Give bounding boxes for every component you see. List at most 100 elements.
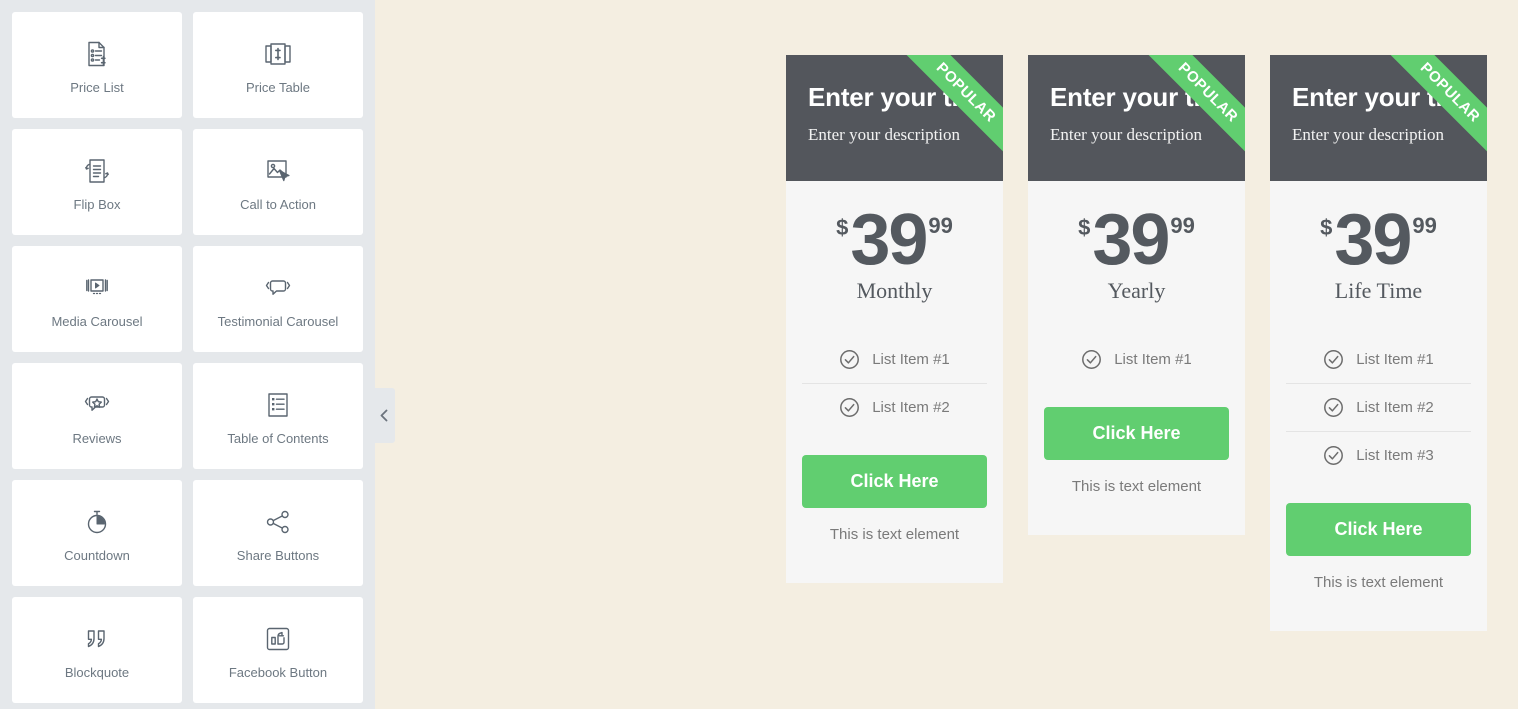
flip-box-icon — [80, 151, 114, 191]
feature-item: List Item #1 — [802, 336, 987, 383]
widget-card-blockquote[interactable]: Blockquote — [12, 597, 182, 703]
feature-item: List Item #3 — [1286, 431, 1471, 479]
card-bottom-spacer — [802, 543, 987, 561]
check-circle-icon — [839, 349, 860, 370]
feature-list: List Item #1 List Item #2 — [802, 336, 987, 431]
feature-item: List Item #1 — [1286, 336, 1471, 383]
widget-card-facebook-button[interactable]: Facebook Button — [193, 597, 363, 703]
widget-card-table-of-contents[interactable]: Table of Contents — [193, 363, 363, 469]
price-period: Yearly — [1107, 278, 1166, 304]
price-currency: $ — [1078, 215, 1091, 240]
pricing-card-description: Enter your description — [808, 124, 961, 144]
widget-card-label: Flip Box — [73, 197, 121, 213]
testimonial-carousel-icon — [261, 268, 295, 308]
card-bottom-spacer — [1286, 591, 1471, 609]
feature-item: List Item #2 — [802, 383, 987, 431]
pricing-cards-row: Enter your title Enter your description PO… — [786, 55, 1487, 632]
widget-card-label: Share Buttons — [236, 548, 320, 564]
pricing-card-header: Enter your title Enter your description PO… — [1028, 55, 1245, 181]
price-period: Life Time — [1334, 278, 1423, 304]
pricing-card[interactable]: Enter your title Enter your description PO… — [1028, 55, 1245, 536]
cta-button[interactable]: Click Here — [802, 455, 987, 509]
feature-item: List Item #2 — [1286, 383, 1471, 431]
facebook-button-icon — [261, 619, 295, 659]
feature-item-label: List Item #1 — [872, 351, 950, 369]
cta-button[interactable]: Click Here — [1044, 407, 1229, 461]
check-circle-icon — [1323, 397, 1344, 418]
widget-card-label: Call to Action — [240, 197, 316, 213]
feature-item-label: List Item #1 — [1114, 351, 1192, 369]
price-fraction: 99 — [1412, 213, 1437, 238]
price-display: $39 99 — [1044, 200, 1229, 280]
check-circle-icon — [1323, 349, 1344, 370]
pricing-card-title: Enter your title — [1292, 82, 1473, 112]
widget-card-label: Countdown — [64, 548, 130, 564]
price-list-icon — [80, 34, 114, 74]
pricing-card-body: $39 99 Yearly List Item #1 Click Here This is… — [1028, 181, 1245, 535]
price-integer: 39 — [850, 200, 928, 280]
media-carousel-icon — [80, 268, 114, 308]
widget-panel: Price List Price Table Flip Box Call to Act… — [0, 0, 375, 709]
editor-root: Price List Price Table Flip Box Call to Act… — [0, 0, 1518, 709]
widget-card-testimonial-carousel[interactable]: Testimonial Carousel — [193, 246, 363, 352]
widget-card-media-carousel[interactable]: Media Carousel — [12, 246, 182, 352]
pricing-card[interactable]: Enter your title Enter your description PO… — [1270, 55, 1487, 632]
price-integer: 39 — [1092, 200, 1170, 280]
widget-card-share-buttons[interactable]: Share Buttons — [193, 480, 363, 586]
widget-grid: Price List Price Table Flip Box Call to Act… — [0, 0, 375, 703]
feature-item-label: List Item #3 — [1356, 447, 1434, 465]
price-fraction: 99 — [1170, 213, 1195, 238]
editor-canvas: Enter your title Enter your description PO… — [375, 0, 1518, 709]
feature-list: List Item #1 List Item #2 List Item #3 — [1286, 336, 1471, 479]
check-circle-icon — [1081, 349, 1102, 370]
table-of-contents-icon — [261, 385, 295, 425]
widget-card-countdown[interactable]: Countdown — [12, 480, 182, 586]
widget-card-label: Price Table — [245, 80, 311, 96]
cta-button[interactable]: Click Here — [1286, 503, 1471, 557]
check-circle-icon — [839, 397, 860, 418]
reviews-icon — [80, 385, 114, 425]
price-display: $39 99 — [1286, 200, 1471, 280]
card-footer-text: This is text element — [1071, 478, 1202, 496]
check-circle-icon — [1323, 445, 1344, 466]
widget-card-label: Blockquote — [64, 665, 130, 681]
price-currency: $ — [1320, 215, 1333, 240]
widget-card-label: Facebook Button — [228, 665, 328, 681]
feature-item: List Item #1 — [1044, 336, 1229, 383]
card-bottom-spacer — [1044, 495, 1229, 513]
feature-item-label: List Item #2 — [1356, 399, 1434, 417]
price-display: $39 99 — [802, 200, 987, 280]
widget-card-label: Media Carousel — [51, 314, 143, 330]
feature-item-label: List Item #2 — [872, 399, 950, 417]
pricing-card-body: $39 99 Life Time List Item #1 List Item #2 Li… — [1270, 181, 1487, 631]
panel-collapse-handle[interactable] — [373, 388, 395, 443]
widget-card-reviews[interactable]: Reviews — [12, 363, 182, 469]
widget-card-label: Table of Contents — [227, 431, 329, 447]
widget-card-call-to-action[interactable]: Call to Action — [193, 129, 363, 235]
card-footer-text: This is text element — [829, 526, 960, 544]
price-fraction: 99 — [928, 213, 953, 238]
countdown-icon — [80, 502, 114, 542]
call-to-action-icon — [261, 151, 295, 191]
feature-list: List Item #1 — [1044, 336, 1229, 383]
widget-card-flip-box[interactable]: Flip Box — [12, 129, 182, 235]
price-integer: 39 — [1334, 200, 1412, 280]
pricing-card-title: Enter your title — [808, 82, 989, 112]
widget-card-label: Price List — [70, 80, 124, 96]
price-currency: $ — [836, 215, 849, 240]
chevron-left-icon — [380, 409, 388, 422]
share-buttons-icon — [261, 502, 295, 542]
widget-card-price-list[interactable]: Price List — [12, 12, 182, 118]
pricing-card-description: Enter your description — [1050, 124, 1203, 144]
pricing-card[interactable]: Enter your title Enter your description PO… — [786, 55, 1003, 584]
pricing-card-description: Enter your description — [1292, 124, 1445, 144]
feature-item-label: List Item #1 — [1356, 351, 1434, 369]
widget-card-price-table[interactable]: Price Table — [193, 12, 363, 118]
pricing-card-title: Enter your title — [1050, 82, 1231, 112]
pricing-card-body: $39 99 Monthly List Item #1 List Item #2 Clic… — [786, 181, 1003, 583]
widget-card-label: Reviews — [72, 431, 122, 447]
card-footer-text: This is text element — [1313, 574, 1444, 592]
blockquote-icon — [80, 619, 114, 659]
pricing-card-header: Enter your title Enter your description PO… — [1270, 55, 1487, 181]
price-period: Monthly — [856, 278, 933, 304]
